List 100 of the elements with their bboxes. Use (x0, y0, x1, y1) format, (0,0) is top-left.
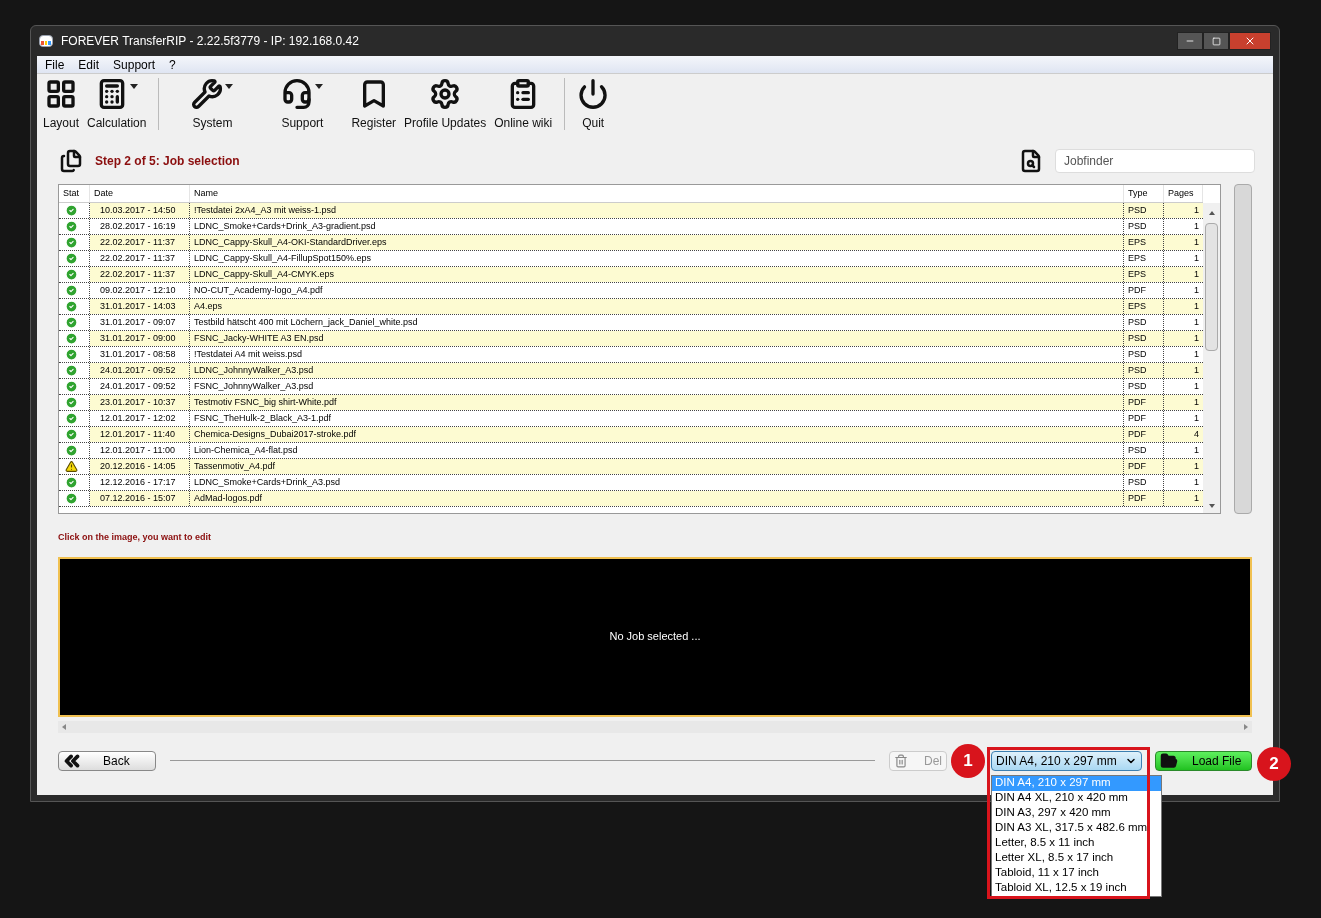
table-cell: FSNC_Jacky-WHITE A3 EN.psd (190, 331, 1125, 346)
check-icon (65, 492, 78, 505)
table-cell: LDNC_Cappy-Skull_A4-OKI-StandardDriver.eps (190, 235, 1125, 250)
job-row[interactable]: 12.01.2017 - 11:40 Chemica-Designs_Dubai2017-stroke.pdf PDF 4 (59, 427, 1204, 443)
job-row[interactable]: 24.01.2017 - 09:52 FSNC_JohnnyWalker_A3.psd PSD 1 (59, 379, 1204, 395)
job-row[interactable]: 07.12.2016 - 15:07 AdMad-logos.pdf PDF 1 (59, 491, 1204, 507)
table-cell: PSD (1124, 203, 1165, 218)
search-field[interactable]: Jobfinder (1055, 149, 1255, 173)
table-cell: 31.01.2017 - 14:03 (90, 299, 190, 314)
table-cell: !Testdatei 2xA4_A3 mit weiss-1.psd (190, 203, 1125, 218)
job-row[interactable]: 22.02.2017 - 11:37 LDNC_Cappy-Skull_A4-CMYK.eps EPS 1 (59, 267, 1204, 283)
scroll-up-icon[interactable] (1208, 211, 1215, 215)
column-header[interactable]: Name (190, 185, 1125, 202)
job-row[interactable]: 10.03.2017 - 14:50 !Testdatei 2xA4_A3 mit weiss-1.psd PSD 1 (59, 203, 1204, 219)
table-cell: 1 (1164, 267, 1204, 282)
menu-item[interactable]: ? (169, 55, 176, 74)
table-cell: EPS (1124, 235, 1165, 250)
job-row[interactable]: 12.01.2017 - 11:00 Lion-Chemica_A4-flat.psd PSD 1 (59, 443, 1204, 459)
table-cell: 07.12.2016 - 15:07 (90, 491, 190, 506)
dropdown-option[interactable]: DIN A4 XL, 210 x 420 mm (992, 790, 1161, 806)
scrollbar[interactable] (1234, 184, 1252, 514)
table-cell: 10.03.2017 - 14:50 (90, 203, 190, 218)
table-cell: 1 (1164, 299, 1204, 314)
table-cell: LDNC_Cappy-Skull_A4-CMYK.eps (190, 267, 1125, 282)
close-icon (1244, 35, 1256, 47)
scroll-left-icon[interactable] (62, 723, 66, 730)
scrollbar[interactable] (58, 720, 1252, 733)
toolbar-button[interactable]: Layout (39, 78, 84, 132)
check-icon (65, 428, 78, 441)
check-icon (65, 332, 78, 345)
minimize-button[interactable] (1177, 32, 1203, 50)
dropdown-option[interactable]: DIN A3, 297 x 420 mm (992, 805, 1161, 821)
toolbar-button[interactable]: System (167, 78, 258, 132)
close-button[interactable] (1229, 32, 1271, 50)
job-row[interactable]: 28.02.2017 - 16:19 LDNC_Smoke+Cards+Drink_A3-gradient.psd PSD 1 (59, 219, 1204, 235)
load-file-button[interactable]: Load File (1155, 750, 1252, 771)
check-icon (65, 236, 78, 249)
dropdown-option[interactable]: Tabloid, 11 x 17 inch (992, 865, 1161, 881)
column-header[interactable]: Type (1124, 185, 1165, 202)
table-cell: 1 (1164, 363, 1204, 378)
table-cell: 31.01.2017 - 09:00 (90, 331, 190, 346)
table-cell: PSD (1124, 363, 1165, 378)
job-row[interactable]: 20.12.2016 - 14:05 Tassenmotiv_A4.pdf PDF 1 (59, 459, 1204, 475)
format-select[interactable]: DIN A4, 210 x 297 mm (991, 750, 1142, 771)
dropdown-option[interactable]: Tabloid XL, 12.5 x 19 inch (992, 880, 1161, 896)
table-cell: PDF (1124, 395, 1165, 410)
scroll-right-icon[interactable] (1244, 723, 1248, 730)
preview-message: No Job selected ... (609, 629, 701, 645)
toolbar-button[interactable]: Support (257, 78, 348, 132)
job-row[interactable]: 09.02.2017 - 12:10 NO-CUT_Academy-logo_A4.pdf PDF 1 (59, 283, 1204, 299)
job-row[interactable]: 31.01.2017 - 08:58 !Testdatei A4 mit weiss.psd PSD 1 (59, 347, 1204, 363)
dropdown-option[interactable]: DIN A3 XL, 317.5 x 482.6 mm (992, 820, 1161, 836)
scroll-down-icon[interactable] (1208, 504, 1215, 508)
job-row[interactable]: 23.01.2017 - 10:37 Testmotiv FSNC_big shirt-White.pdf PDF 1 (59, 395, 1204, 411)
table-cell: Testmotiv FSNC_big shirt-White.pdf (190, 395, 1125, 410)
check-icon (65, 476, 78, 489)
app-icon (39, 35, 53, 47)
table-cell: EPS (1124, 299, 1165, 314)
maximize-button[interactable] (1203, 32, 1229, 50)
job-row[interactable]: 31.01.2017 - 09:00 FSNC_Jacky-WHITE A3 EN.psd PSD 1 (59, 331, 1204, 347)
file-search-icon (1019, 149, 1043, 173)
job-row[interactable]: 24.01.2017 - 09:52 LDNC_JohnnyWalker_A3.psd PSD 1 (59, 363, 1204, 379)
job-row[interactable]: 12.01.2017 - 12:02 FSNC_TheHulk-2_Black_A3-1.pdf PDF 1 (59, 411, 1204, 427)
back-button[interactable]: Back (58, 750, 156, 771)
callout-badge: 2 (1257, 747, 1291, 781)
dropdown-option[interactable]: Letter, 8.5 x 11 inch (992, 835, 1161, 851)
column-header[interactable]: Pages (1164, 185, 1204, 202)
check-icon (65, 444, 78, 457)
menu-item[interactable]: Edit (78, 55, 100, 74)
check-icon (65, 220, 78, 233)
job-row[interactable]: 31.01.2017 - 14:03 A4.eps EPS 1 (59, 299, 1204, 315)
check-icon (65, 316, 78, 329)
caret-icon (315, 84, 324, 89)
table-cell: EPS (1124, 267, 1165, 282)
menu-item[interactable]: File (45, 55, 65, 74)
job-row[interactable]: 22.02.2017 - 11:37 LDNC_Cappy-Skull_A4-OKI-StandardDriver.eps EPS 1 (59, 235, 1204, 251)
job-row[interactable]: 22.02.2017 - 11:37 LDNC_Cappy-Skull_A4-FillupSpot150%.eps EPS 1 (59, 251, 1204, 267)
table-cell: LDNC_JohnnyWalker_A3.psd (190, 363, 1125, 378)
toolbar-button[interactable]: Register (347, 78, 401, 132)
preview-area[interactable]: No Job selected ... (58, 556, 1252, 717)
window-title: FOREVER TransferRIP - 2.22.5f3779 - IP: 192.168.0.42 (61, 33, 359, 50)
column-header[interactable]: Date (90, 185, 190, 202)
check-icon (65, 252, 78, 265)
table-cell: 1 (1164, 331, 1204, 346)
column-header[interactable]: Stat (59, 185, 90, 202)
folder-icon (1160, 751, 1178, 770)
check-icon (65, 348, 78, 361)
toolbar-button[interactable]: Profile Updates (400, 78, 491, 132)
job-row[interactable]: 31.01.2017 - 09:07 Testbild hätscht 400 mit Löchern_jack_Daniel_white.psd PSD 1 (59, 315, 1204, 331)
toolbar-button[interactable]: Online wiki (490, 78, 557, 132)
check-icon (65, 284, 78, 297)
toolbar-button[interactable]: Calculation (83, 78, 151, 132)
dropdown-option[interactable]: Letter XL, 8.5 x 17 inch (992, 850, 1161, 866)
table-cell: 22.02.2017 - 11:37 (90, 235, 190, 250)
toolbar-button[interactable]: Quit (573, 78, 614, 132)
table-cell: 1 (1164, 395, 1204, 410)
check-icon (65, 412, 78, 425)
menu-item[interactable]: Support (113, 55, 156, 74)
job-row[interactable]: 12.12.2016 - 17:17 LDNC_Smoke+Cards+Drink_A3.psd PSD 1 (59, 475, 1204, 491)
scrollbar[interactable] (1203, 203, 1221, 513)
